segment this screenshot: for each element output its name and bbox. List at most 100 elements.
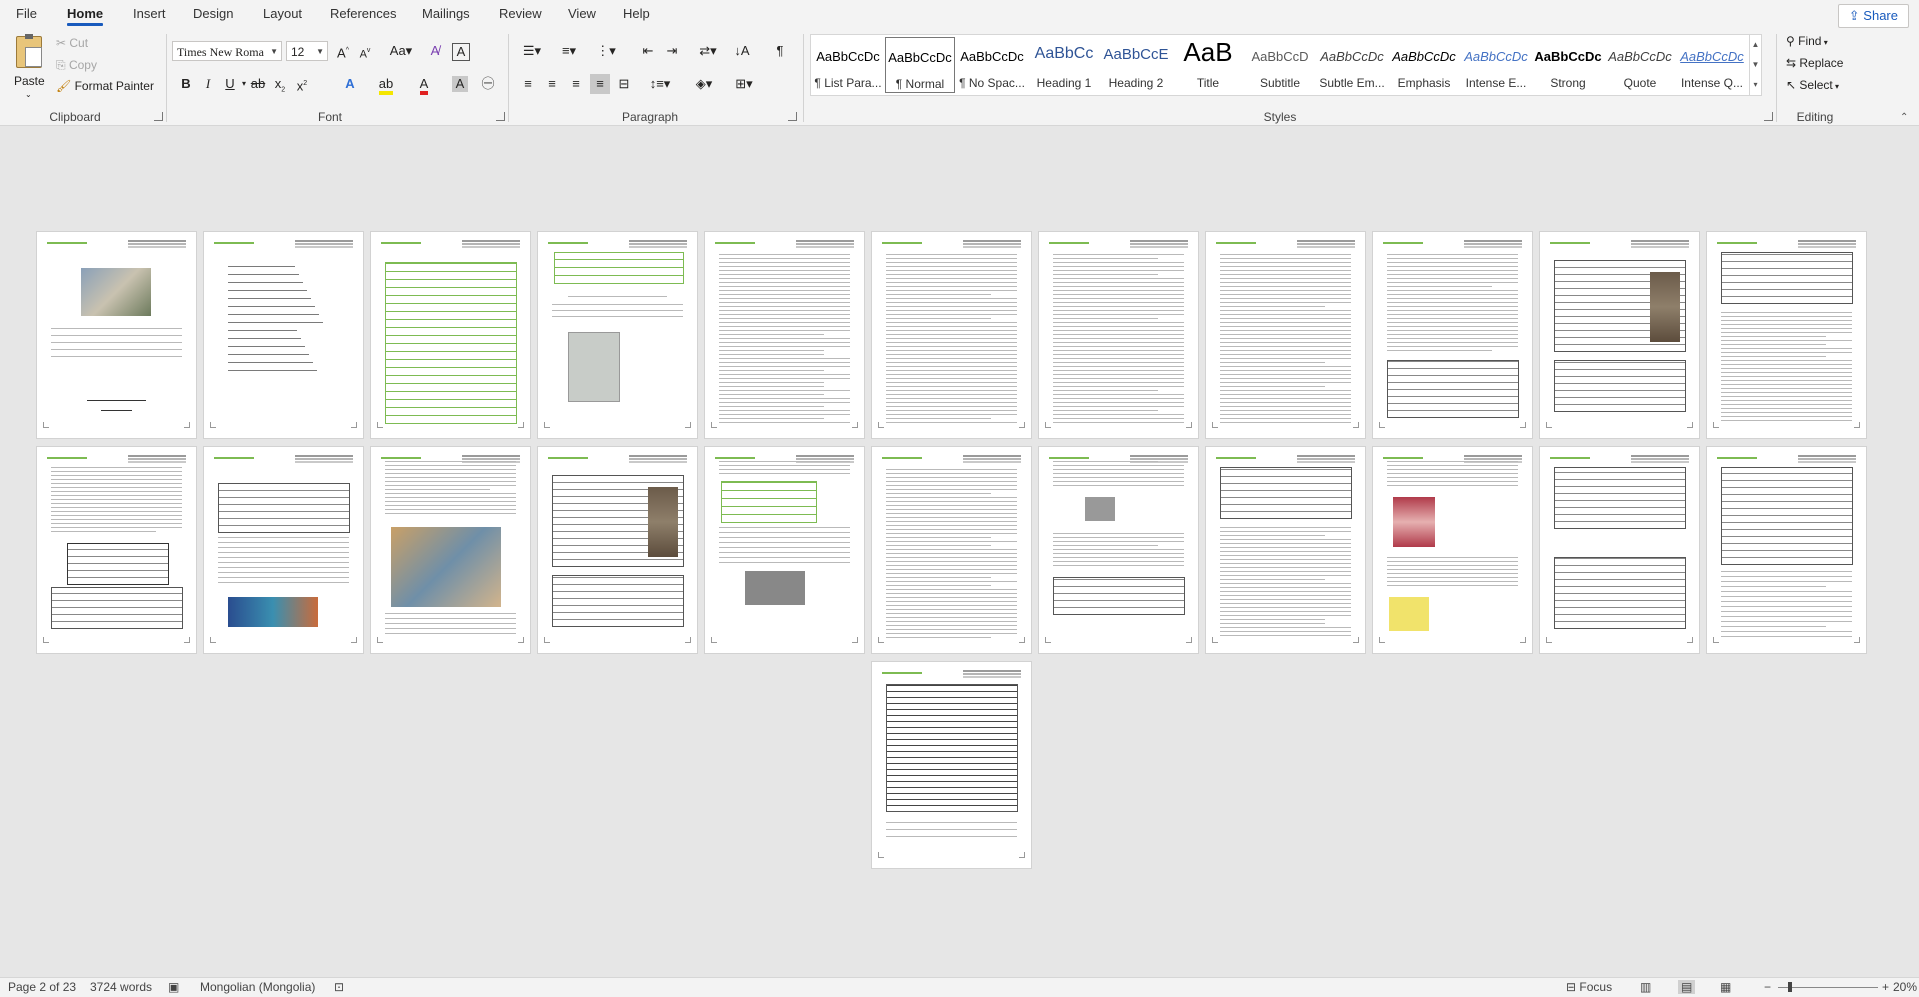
document-canvas[interactable] bbox=[0, 126, 1919, 977]
style-intense-emphasis[interactable]: AaBbCcDc Intense E... bbox=[1461, 37, 1531, 93]
zoom-in-icon[interactable]: + bbox=[1882, 980, 1889, 994]
zoom-slider[interactable] bbox=[1778, 987, 1878, 988]
language-indicator[interactable]: Mongolian (Mongolia) bbox=[200, 980, 315, 994]
italic-icon[interactable]: I bbox=[198, 74, 218, 94]
increase-indent-icon[interactable]: ⇥ bbox=[662, 41, 682, 61]
clear-formatting-icon[interactable]: A̸ bbox=[425, 41, 445, 61]
page-thumbnail[interactable] bbox=[872, 232, 1031, 438]
style-title[interactable]: AaB Title bbox=[1173, 37, 1243, 93]
read-mode-icon[interactable]: ▥ bbox=[1640, 980, 1651, 994]
sort-direction-icon[interactable]: ⇄▾ bbox=[694, 41, 722, 61]
proofing-icon[interactable]: ▣ bbox=[168, 980, 179, 994]
decrease-indent-icon[interactable]: ⇤ bbox=[638, 41, 658, 61]
font-size-combo[interactable]: 12 ▼ bbox=[286, 41, 328, 61]
page-thumbnail[interactable] bbox=[204, 232, 363, 438]
styles-launcher-icon[interactable] bbox=[1764, 112, 1773, 121]
subscript-icon[interactable]: x2 bbox=[270, 74, 290, 94]
shading-icon[interactable]: ◈▾ bbox=[690, 74, 718, 94]
distributed-icon[interactable]: ⊟ bbox=[614, 74, 634, 94]
character-border-icon[interactable]: A bbox=[452, 43, 470, 61]
page-thumbnail[interactable] bbox=[371, 447, 530, 653]
select-button[interactable]: ↖ Select ▾ bbox=[1786, 78, 1839, 92]
zoom-slider-thumb[interactable] bbox=[1788, 982, 1792, 992]
shrink-font-icon[interactable]: Av bbox=[355, 41, 375, 61]
text-effects-icon[interactable]: A bbox=[340, 74, 360, 94]
format-painter-button[interactable]: 🖌 Format Painter bbox=[56, 79, 154, 93]
tab-review[interactable]: Review bbox=[491, 0, 550, 28]
style-normal[interactable]: AaBbCcDc ¶ Normal bbox=[885, 37, 955, 93]
print-layout-icon[interactable]: ▤ bbox=[1678, 980, 1695, 994]
replace-button[interactable]: ⇆ Replace bbox=[1786, 56, 1843, 70]
word-count[interactable]: 3724 words bbox=[90, 980, 152, 994]
paste-button[interactable]: Paste ⌄ bbox=[10, 34, 48, 104]
font-name-combo[interactable]: Times New Roma ▼ bbox=[172, 41, 282, 61]
style-no-spacing[interactable]: AaBbCcDc ¶ No Spac... bbox=[957, 37, 1027, 93]
page-thumbnail[interactable] bbox=[872, 447, 1031, 653]
page-thumbnail[interactable] bbox=[37, 447, 196, 653]
chevron-up-icon[interactable]: ▲ bbox=[1750, 35, 1761, 55]
page-thumbnail[interactable] bbox=[1707, 232, 1866, 438]
style-intense-quote[interactable]: AaBbCcDc Intense Q... bbox=[1677, 37, 1747, 93]
tab-file[interactable]: File bbox=[8, 0, 45, 28]
bullets-icon[interactable]: ☰▾ bbox=[518, 41, 546, 61]
highlight-icon[interactable]: ab bbox=[376, 74, 396, 94]
more-styles-icon[interactable]: ▾ bbox=[1750, 75, 1761, 95]
strikethrough-icon[interactable]: ab bbox=[248, 74, 268, 94]
grow-font-icon[interactable]: A^ bbox=[333, 41, 353, 61]
character-shading-icon[interactable]: A bbox=[452, 76, 468, 92]
chevron-down-icon[interactable]: ▼ bbox=[1750, 55, 1761, 75]
font-launcher-icon[interactable] bbox=[496, 112, 505, 121]
page-thumbnail[interactable] bbox=[1206, 447, 1365, 653]
style-strong[interactable]: AaBbCcDc Strong bbox=[1533, 37, 1603, 93]
style-quote[interactable]: AaBbCcDc Quote bbox=[1605, 37, 1675, 93]
page-thumbnail[interactable] bbox=[1707, 447, 1866, 653]
tab-references[interactable]: References bbox=[322, 0, 404, 28]
focus-button[interactable]: ⊟ Focus bbox=[1566, 980, 1612, 994]
tab-home[interactable]: Home bbox=[59, 0, 111, 28]
web-layout-icon[interactable]: ▦ bbox=[1720, 980, 1731, 994]
tab-view[interactable]: View bbox=[560, 0, 604, 28]
bold-icon[interactable]: B bbox=[176, 74, 196, 94]
tab-layout[interactable]: Layout bbox=[255, 0, 310, 28]
page-thumbnail[interactable] bbox=[705, 447, 864, 653]
page-thumbnail[interactable] bbox=[1206, 232, 1365, 438]
zoom-out-icon[interactable]: − bbox=[1764, 980, 1771, 994]
align-right-icon[interactable]: ≡ bbox=[566, 74, 586, 94]
multilevel-list-icon[interactable]: ⋮▾ bbox=[592, 41, 620, 61]
align-center-icon[interactable]: ≡ bbox=[542, 74, 562, 94]
page-thumbnail[interactable] bbox=[538, 232, 697, 438]
tab-insert[interactable]: Insert bbox=[125, 0, 174, 28]
font-color-icon[interactable]: A bbox=[414, 74, 434, 94]
copy-button[interactable]: ⎘ Copy bbox=[56, 58, 97, 73]
find-button[interactable]: ⚲ Find ▾ bbox=[1786, 34, 1828, 48]
page-thumbnail[interactable] bbox=[1540, 232, 1699, 438]
sort-icon[interactable]: ↓A bbox=[732, 41, 752, 61]
page-count[interactable]: Page 2 of 23 bbox=[8, 980, 76, 994]
page-thumbnail[interactable] bbox=[1373, 447, 1532, 653]
accessibility-icon[interactable]: ⊡ bbox=[334, 980, 344, 994]
style-heading-1[interactable]: AaBbCc Heading 1 bbox=[1029, 37, 1099, 93]
style-emphasis[interactable]: AaBbCcDc Emphasis bbox=[1389, 37, 1459, 93]
line-spacing-icon[interactable]: ↕≡▾ bbox=[646, 74, 674, 94]
borders-icon[interactable]: ⊞▾ bbox=[730, 74, 758, 94]
tab-mailings[interactable]: Mailings bbox=[414, 0, 478, 28]
page-thumbnail[interactable] bbox=[371, 232, 530, 438]
page-thumbnail[interactable] bbox=[1373, 232, 1532, 438]
page-thumbnail[interactable] bbox=[538, 447, 697, 653]
collapse-ribbon-icon[interactable]: ⌃ bbox=[1900, 112, 1908, 123]
tab-design[interactable]: Design bbox=[185, 0, 241, 28]
page-thumbnail[interactable] bbox=[872, 662, 1031, 868]
page-thumbnail[interactable] bbox=[705, 232, 864, 438]
page-thumbnail[interactable] bbox=[37, 232, 196, 438]
style-heading-2[interactable]: AaBbCcE Heading 2 bbox=[1101, 37, 1171, 93]
clipboard-launcher-icon[interactable] bbox=[154, 112, 163, 121]
style-subtitle[interactable]: AaBbCcD Subtitle bbox=[1245, 37, 1315, 93]
share-button[interactable]: ⇪ Share bbox=[1838, 4, 1909, 28]
pilcrow-icon[interactable]: ¶ bbox=[770, 41, 790, 61]
style-list-paragraph[interactable]: AaBbCcDc ¶ List Para... bbox=[813, 37, 883, 93]
cut-button[interactable]: ✂ Cut bbox=[56, 36, 88, 50]
change-case-icon[interactable]: Aa▾ bbox=[388, 41, 414, 61]
numbering-icon[interactable]: ≡▾ bbox=[555, 41, 583, 61]
justify-icon[interactable]: ≡ bbox=[590, 74, 610, 94]
zoom-level[interactable]: 20% bbox=[1893, 980, 1917, 994]
